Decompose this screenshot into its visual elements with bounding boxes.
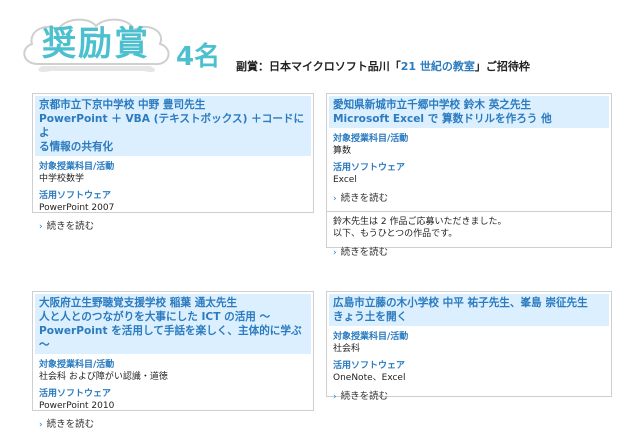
award-card: 広島市立藤の木小学校 中平 祐子先生、峯島 崇征先生 きょう土を開く 対象授業科… xyxy=(326,291,612,402)
chevron-right-icon: › xyxy=(39,222,43,232)
subject-value: 社会科 xyxy=(333,344,361,354)
card-title-line: る情報の共有化 xyxy=(39,141,114,153)
award-card: 大阪府立生野聴覚支援学校 稲葉 通太先生 人と人とのつながりを大事にした ICT… xyxy=(32,291,314,430)
subject-value: 社会科 および障がい認識・道徳 xyxy=(39,372,168,382)
card-title-line: きょう土を開く xyxy=(333,311,408,323)
chevron-right-icon: › xyxy=(333,194,337,204)
software-label: 活用ソフトウェア xyxy=(333,361,406,371)
software-value: Excel xyxy=(333,175,357,185)
award-count: 4名 xyxy=(176,42,221,72)
software-value: PowerPoint 2007 xyxy=(39,203,115,213)
chevron-right-icon: › xyxy=(333,392,337,402)
subprize-suffix: 」ご招待枠 xyxy=(474,60,530,73)
read-more-link[interactable]: › 続きを読む xyxy=(39,221,307,233)
read-more-link[interactable]: › 続きを読む xyxy=(333,193,605,205)
award-card: 京都市立下京中学校 中野 豊司先生 PowerPoint ＋ VBA (テキスト… xyxy=(32,93,314,232)
software-value: PowerPoint 2010 xyxy=(39,401,115,411)
card-divider xyxy=(327,211,611,212)
software-label: 活用ソフトウェア xyxy=(39,389,112,399)
card-note-line: 鈴木先生は 2 作品ご応募いただきました。 xyxy=(333,217,507,227)
subject-value: 中学校数学 xyxy=(39,174,85,184)
subject-label: 対象授業科目/活動 xyxy=(39,162,115,172)
read-more-label: 続きを読む xyxy=(46,419,95,430)
software-value: OneNote、Excel xyxy=(333,373,406,383)
card-title-line: Microsoft Excel で 算数ドリルを作ろう 他 xyxy=(333,113,552,125)
award-title: 奨励賞 xyxy=(42,24,150,64)
card-title: 大阪府立生野聴覚支援学校 稲葉 通太先生 人と人とのつながりを大事にした ICT… xyxy=(35,294,311,354)
card-title-line: 大阪府立生野聴覚支援学校 稲葉 通太先生 xyxy=(39,297,238,309)
card-title-line: 京都市立下京中学校 中野 豊司先生 xyxy=(39,99,206,111)
subprize-prefix: 副賞：日本マイクロソフト品川「 xyxy=(236,60,401,73)
subprize-highlight: 21 世紀の教室 xyxy=(400,60,475,73)
subprize-text: 副賞：日本マイクロソフト品川「21 世紀の教室」ご招待枠 xyxy=(236,60,530,74)
read-more-link[interactable]: › 続きを読む xyxy=(39,419,307,431)
award-cloud-badge: 奨励賞 xyxy=(18,14,174,76)
award-header: 奨励賞 4名 副賞：日本マイクロソフト品川「21 世紀の教室」ご招待枠 xyxy=(0,0,640,90)
card-title-line: PowerPoint を活用して手話を楽しく、主体的に学ぶ 〜 xyxy=(39,325,302,351)
chevron-right-icon: › xyxy=(39,420,43,430)
card-title: 広島市立藤の木小学校 中平 祐子先生、峯島 崇征先生 きょう土を開く xyxy=(329,294,609,326)
read-more-link[interactable]: › 続きを読む xyxy=(333,247,605,259)
card-title: 京都市立下京中学校 中野 豊司先生 PowerPoint ＋ VBA (テキスト… xyxy=(35,96,311,156)
software-label: 活用ソフトウェア xyxy=(39,191,112,201)
subject-value: 算数 xyxy=(333,146,352,156)
read-more-label: 続きを読む xyxy=(340,391,389,402)
read-more-label: 続きを読む xyxy=(46,221,95,232)
subject-label: 対象授業科目/活動 xyxy=(333,332,409,342)
card-title-line: PowerPoint ＋ VBA (テキストボックス) ＋コードによ xyxy=(39,113,305,139)
chevron-right-icon: › xyxy=(333,248,337,258)
read-more-link[interactable]: › 続きを読む xyxy=(333,391,605,403)
subject-label: 対象授業科目/活動 xyxy=(39,360,115,370)
award-card: 愛知県新城市立千郷中学校 鈴木 英之先生 Microsoft Excel で 算… xyxy=(326,93,612,258)
card-title: 愛知県新城市立千郷中学校 鈴木 英之先生 Microsoft Excel で 算… xyxy=(329,96,609,128)
subject-label: 対象授業科目/活動 xyxy=(333,134,409,144)
card-title-line: 人と人とのつながりを大事にした ICT の活用 〜 xyxy=(39,311,271,323)
card-title-line: 広島市立藤の木小学校 中平 祐子先生、峯島 崇征先生 xyxy=(333,297,588,309)
read-more-label: 続きを読む xyxy=(340,193,389,204)
software-label: 活用ソフトウェア xyxy=(333,163,406,173)
card-note-line: 以下、もうひとつの作品です。 xyxy=(333,229,458,239)
card-title-line: 愛知県新城市立千郷中学校 鈴木 英之先生 xyxy=(333,99,532,111)
read-more-label: 続きを読む xyxy=(340,247,389,258)
